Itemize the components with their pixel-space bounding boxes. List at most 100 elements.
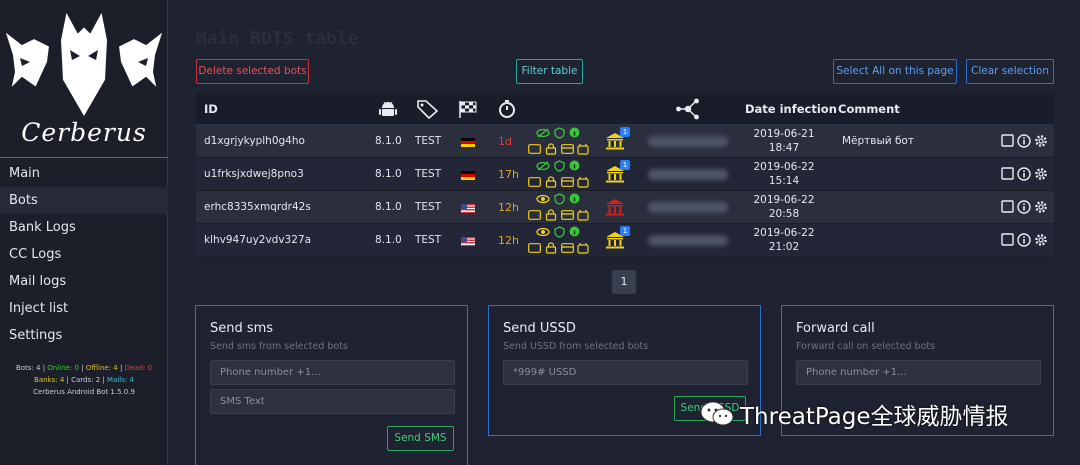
banks-count: 4 (59, 376, 65, 384)
infection-date: 2019-06-22 20:58 (739, 193, 829, 221)
watermark-text: ThreatPage全球威胁情报 (740, 404, 1009, 430)
cerberus-logo: Cerberus (0, 0, 168, 158)
pagination-page-1[interactable]: 1 (612, 270, 636, 294)
dead-count: 0 (147, 364, 153, 372)
cards-label: Cards: (71, 376, 94, 384)
shield-icon (554, 226, 565, 238)
sidebar-item-bank-logs[interactable]: Bank Logs (0, 214, 168, 241)
select-checkbox[interactable] (1001, 200, 1014, 213)
stopwatch-icon (499, 100, 515, 118)
cards-count: 2 (95, 376, 101, 384)
infection-time: 20:58 (768, 208, 800, 220)
online-count: 0 (74, 364, 79, 372)
info-icon[interactable] (1017, 233, 1031, 247)
info-circle-icon (569, 127, 580, 138)
bot-tag: TEST (415, 135, 442, 147)
bots-count: 4 (36, 364, 41, 372)
mail-icon (577, 243, 589, 254)
banks-label: Banks: (34, 376, 58, 384)
sms-phone-input[interactable]: Phone number +1... (210, 360, 455, 385)
sidebar-item-settings[interactable]: Settings (0, 322, 168, 349)
eye-icon (536, 194, 550, 204)
filter-table-button[interactable]: Filter table (516, 59, 583, 84)
last-seen-time: 12h (498, 201, 519, 214)
sidebar-menu: Main Bots Bank Logs CC Logs Mail logs In… (0, 160, 168, 349)
header-date-infection: Date infection (745, 102, 837, 116)
android-version: 8.1.0 (375, 201, 402, 213)
gear-icon[interactable] (1034, 200, 1048, 214)
bot-id: u1frksjxdwej8pno3 (204, 168, 304, 180)
android-version: 8.1.0 (375, 168, 402, 180)
select-checkbox[interactable] (1001, 233, 1014, 246)
sms-icon (528, 144, 541, 154)
forward-phone-input[interactable]: Phone number +1... (796, 360, 1041, 385)
table-header: ID Date infection Comment (196, 93, 1054, 125)
sms-text-input[interactable]: SMS Text (210, 389, 455, 414)
eye-slash-icon (536, 128, 550, 138)
flag-germany-icon (461, 171, 475, 180)
lock-icon (545, 209, 557, 221)
sidebar-item-cc-logs[interactable]: CC Logs (0, 241, 168, 268)
info-circle-icon (569, 226, 580, 237)
last-seen-time: 17h (498, 168, 519, 181)
select-checkbox[interactable] (1001, 167, 1014, 180)
header-id: ID (204, 102, 218, 116)
sidebar-item-inject-list[interactable]: Inject list (0, 295, 168, 322)
sidebar-item-bots[interactable]: Bots (0, 187, 168, 214)
delete-selected-button[interactable]: Delete selected bots (196, 59, 309, 84)
table-row[interactable]: erhc8335xmqrdr42s 8.1.0 TEST 12h 2019-06-22 2… (196, 191, 1054, 224)
info-icon[interactable] (1017, 134, 1031, 148)
lock-icon (545, 242, 557, 254)
select-checkbox[interactable] (1001, 134, 1014, 147)
infection-day: 2019-06-22 (753, 161, 815, 173)
table-row[interactable]: klhv947uy2vdv327a 8.1.0 TEST 12h 1 2019-06-22… (196, 224, 1054, 257)
bank-icon (606, 199, 624, 216)
table-row[interactable]: d1xgrjykyplh0g4ho 8.1.0 TEST 1d 1 2019-06-21 1… (196, 125, 1054, 158)
info-circle-icon (569, 193, 580, 204)
info-circle-icon (569, 160, 580, 171)
shield-icon (554, 127, 565, 139)
infection-day: 2019-06-22 (753, 227, 815, 239)
forward-call-title: Forward call (796, 321, 875, 336)
send-ussd-title: Send USSD (503, 321, 576, 336)
wechat-icon (700, 401, 734, 426)
sidebar-item-main[interactable]: Main (0, 160, 168, 187)
sidebar-item-mail-logs[interactable]: Mail logs (0, 268, 168, 295)
send-sms-subtitle: Send sms from selected bots (210, 341, 348, 352)
send-sms-title: Send sms (210, 321, 274, 336)
card-icon (561, 177, 574, 187)
infection-date: 2019-06-22 15:14 (739, 160, 829, 188)
table-row[interactable]: u1frksjxdwej8pno3 8.1.0 TEST 17h 1 2019-06-22… (196, 158, 1054, 191)
card-icon (561, 210, 574, 220)
bots-label: Bots: (15, 364, 34, 372)
infection-time: 15:14 (768, 175, 800, 187)
stats-line-2: Banks: 4 | Cards: 2 | Mails: 4 (34, 376, 134, 384)
send-sms-button[interactable]: Send SMS (387, 426, 454, 451)
ip-address-blurred (648, 235, 728, 246)
ip-address-blurred (648, 202, 728, 213)
watermark: ThreatPage全球威胁情报 (700, 396, 1009, 432)
card-icon (561, 144, 574, 154)
stats-line-1: Bots: 4 | Online: 0 | Offline: 4 | Dead:… (15, 364, 153, 372)
ussd-code-input[interactable]: *999# USSD (503, 360, 748, 385)
page-title: Main BOTS table (196, 28, 359, 49)
ip-address-blurred (648, 136, 728, 147)
send-ussd-subtitle: Send USSD from selected bots (503, 341, 649, 352)
lock-icon (545, 143, 557, 155)
gear-icon[interactable] (1034, 134, 1048, 148)
infection-day: 2019-06-21 (753, 128, 815, 140)
info-icon[interactable] (1017, 200, 1031, 214)
gear-icon[interactable] (1034, 167, 1048, 181)
flag-usa-icon (461, 237, 475, 246)
sms-icon (528, 243, 541, 253)
dead-label: Dead: (124, 364, 146, 372)
mails-count: 4 (129, 376, 134, 384)
info-icon[interactable] (1017, 167, 1031, 181)
clear-selection-button[interactable]: Clear selection (966, 59, 1054, 84)
header-comment: Comment (838, 102, 900, 116)
mail-icon (577, 177, 589, 188)
select-all-button[interactable]: Select All on this page (833, 59, 957, 84)
bot-id: klhv947uy2vdv327a (204, 234, 312, 246)
gear-icon[interactable] (1034, 233, 1048, 247)
flag-usa-icon (461, 204, 475, 213)
